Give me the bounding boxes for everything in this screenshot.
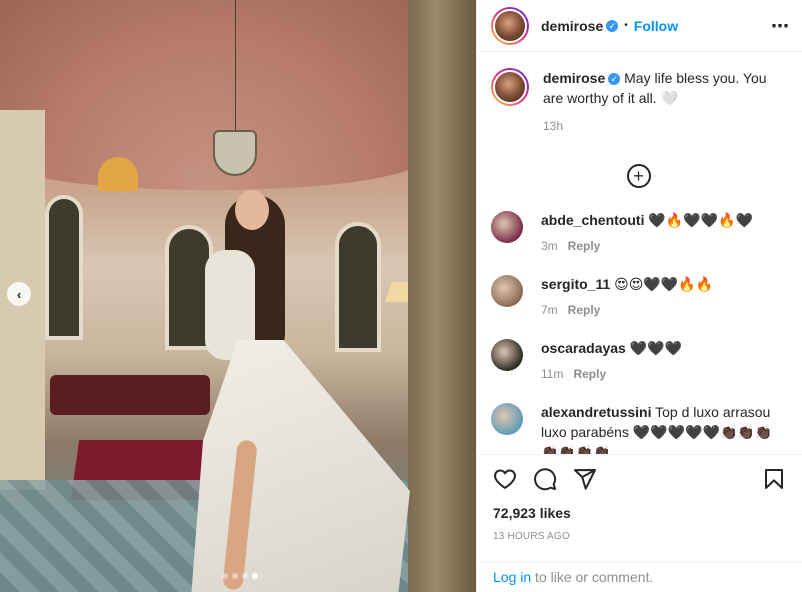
caption-username[interactable]: demirose xyxy=(543,70,605,86)
login-link[interactable]: Log in xyxy=(493,569,531,585)
comment-item: alexandretussini Top d luxo arrasou luxo… xyxy=(491,402,786,454)
comment-item: oscaradayas 🖤🖤🖤 11m Reply xyxy=(491,338,786,384)
photo-person-head xyxy=(235,190,269,230)
comment-username[interactable]: abde_chentouti xyxy=(541,212,644,228)
comment-meta: 11m Reply xyxy=(541,364,682,384)
carousel-dot xyxy=(242,573,248,579)
comment-time: 3m xyxy=(541,239,558,253)
photo-arch-window xyxy=(98,157,138,191)
like-count[interactable]: 72,923 likes xyxy=(493,505,786,521)
photo-dome-ceiling xyxy=(0,0,420,190)
comment-time: 11m xyxy=(541,367,564,381)
comment-meta: 3m Reply xyxy=(541,236,753,256)
post-header: demirose ✓ • Follow ⋯ xyxy=(477,0,802,52)
follow-button[interactable]: Follow xyxy=(634,18,678,34)
comment-time: 7m xyxy=(541,303,558,317)
bookmark-icon[interactable] xyxy=(762,467,786,491)
comment-item: sergito_11 😍😍🖤🖤🔥🔥 7m Reply xyxy=(491,274,786,320)
post-timestamp: 13 HOURS AGO xyxy=(493,531,570,542)
comment-list: abde_chentouti 🖤🔥🖤🖤🔥🖤 3m Reply sergito_11 😍… xyxy=(491,210,786,454)
avatar[interactable] xyxy=(491,211,523,243)
heart-icon[interactable] xyxy=(493,467,517,491)
chevron-left-icon[interactable]: ‹ xyxy=(7,282,31,306)
load-more-comments[interactable]: + xyxy=(491,164,786,188)
plus-circle-icon[interactable]: + xyxy=(626,164,651,188)
photo-window xyxy=(335,222,381,352)
avatar[interactable] xyxy=(491,403,523,435)
photo-sofa xyxy=(50,375,210,415)
caption-time: 13h xyxy=(543,119,564,133)
photo-window xyxy=(45,195,83,340)
comments-section[interactable]: demirose ✓ May life bless you. You are wo… xyxy=(477,52,802,454)
login-prompt-text: to like or comment. xyxy=(531,569,654,585)
post-photo[interactable]: ‹ xyxy=(0,0,476,592)
avatar[interactable] xyxy=(491,6,529,45)
carousel-dot xyxy=(222,573,228,579)
action-bar xyxy=(493,467,786,491)
author-username[interactable]: demirose xyxy=(541,18,603,34)
reply-button[interactable]: Reply xyxy=(568,239,601,253)
share-icon[interactable] xyxy=(573,467,597,491)
carousel-indicator xyxy=(222,573,258,579)
separator-dot: • xyxy=(624,20,628,31)
avatar[interactable] xyxy=(491,68,529,106)
reply-button[interactable]: Reply xyxy=(568,303,601,317)
comment-item: abde_chentouti 🖤🔥🖤🖤🔥🖤 3m Reply xyxy=(491,210,786,256)
more-options-icon[interactable]: ⋯ xyxy=(771,17,790,35)
comment-text: 😍😍🖤🖤🔥🔥 xyxy=(614,276,714,292)
avatar[interactable] xyxy=(491,275,523,307)
reply-button[interactable]: Reply xyxy=(573,367,606,381)
avatar[interactable] xyxy=(491,339,523,371)
photo-pillar xyxy=(408,0,476,592)
photo-chandelier xyxy=(213,130,257,176)
photo-person-dress xyxy=(191,340,410,592)
comment-icon[interactable] xyxy=(533,467,557,491)
carousel-dot xyxy=(232,573,238,579)
photo-lamp-cord xyxy=(235,0,236,130)
post-details-panel: demirose ✓ • Follow ⋯ demirose ✓ May life… xyxy=(476,0,802,592)
comment-meta: 7m Reply xyxy=(541,300,713,320)
post-caption: demirose ✓ May life bless you. You are wo… xyxy=(491,68,786,136)
comment-text: 🖤🔥🖤🖤🔥🖤 xyxy=(648,212,753,228)
carousel-dot xyxy=(252,573,258,579)
login-prompt: Log in to like or comment. xyxy=(477,562,802,592)
comment-username[interactable]: alexandretussini xyxy=(541,404,652,420)
comment-username[interactable]: sergito_11 xyxy=(541,276,610,292)
comment-username[interactable]: oscaradayas xyxy=(541,340,626,356)
verified-badge-icon: ✓ xyxy=(606,19,619,32)
comment-text: 🖤🖤🖤 xyxy=(629,340,683,356)
verified-badge-icon: ✓ xyxy=(608,73,621,85)
